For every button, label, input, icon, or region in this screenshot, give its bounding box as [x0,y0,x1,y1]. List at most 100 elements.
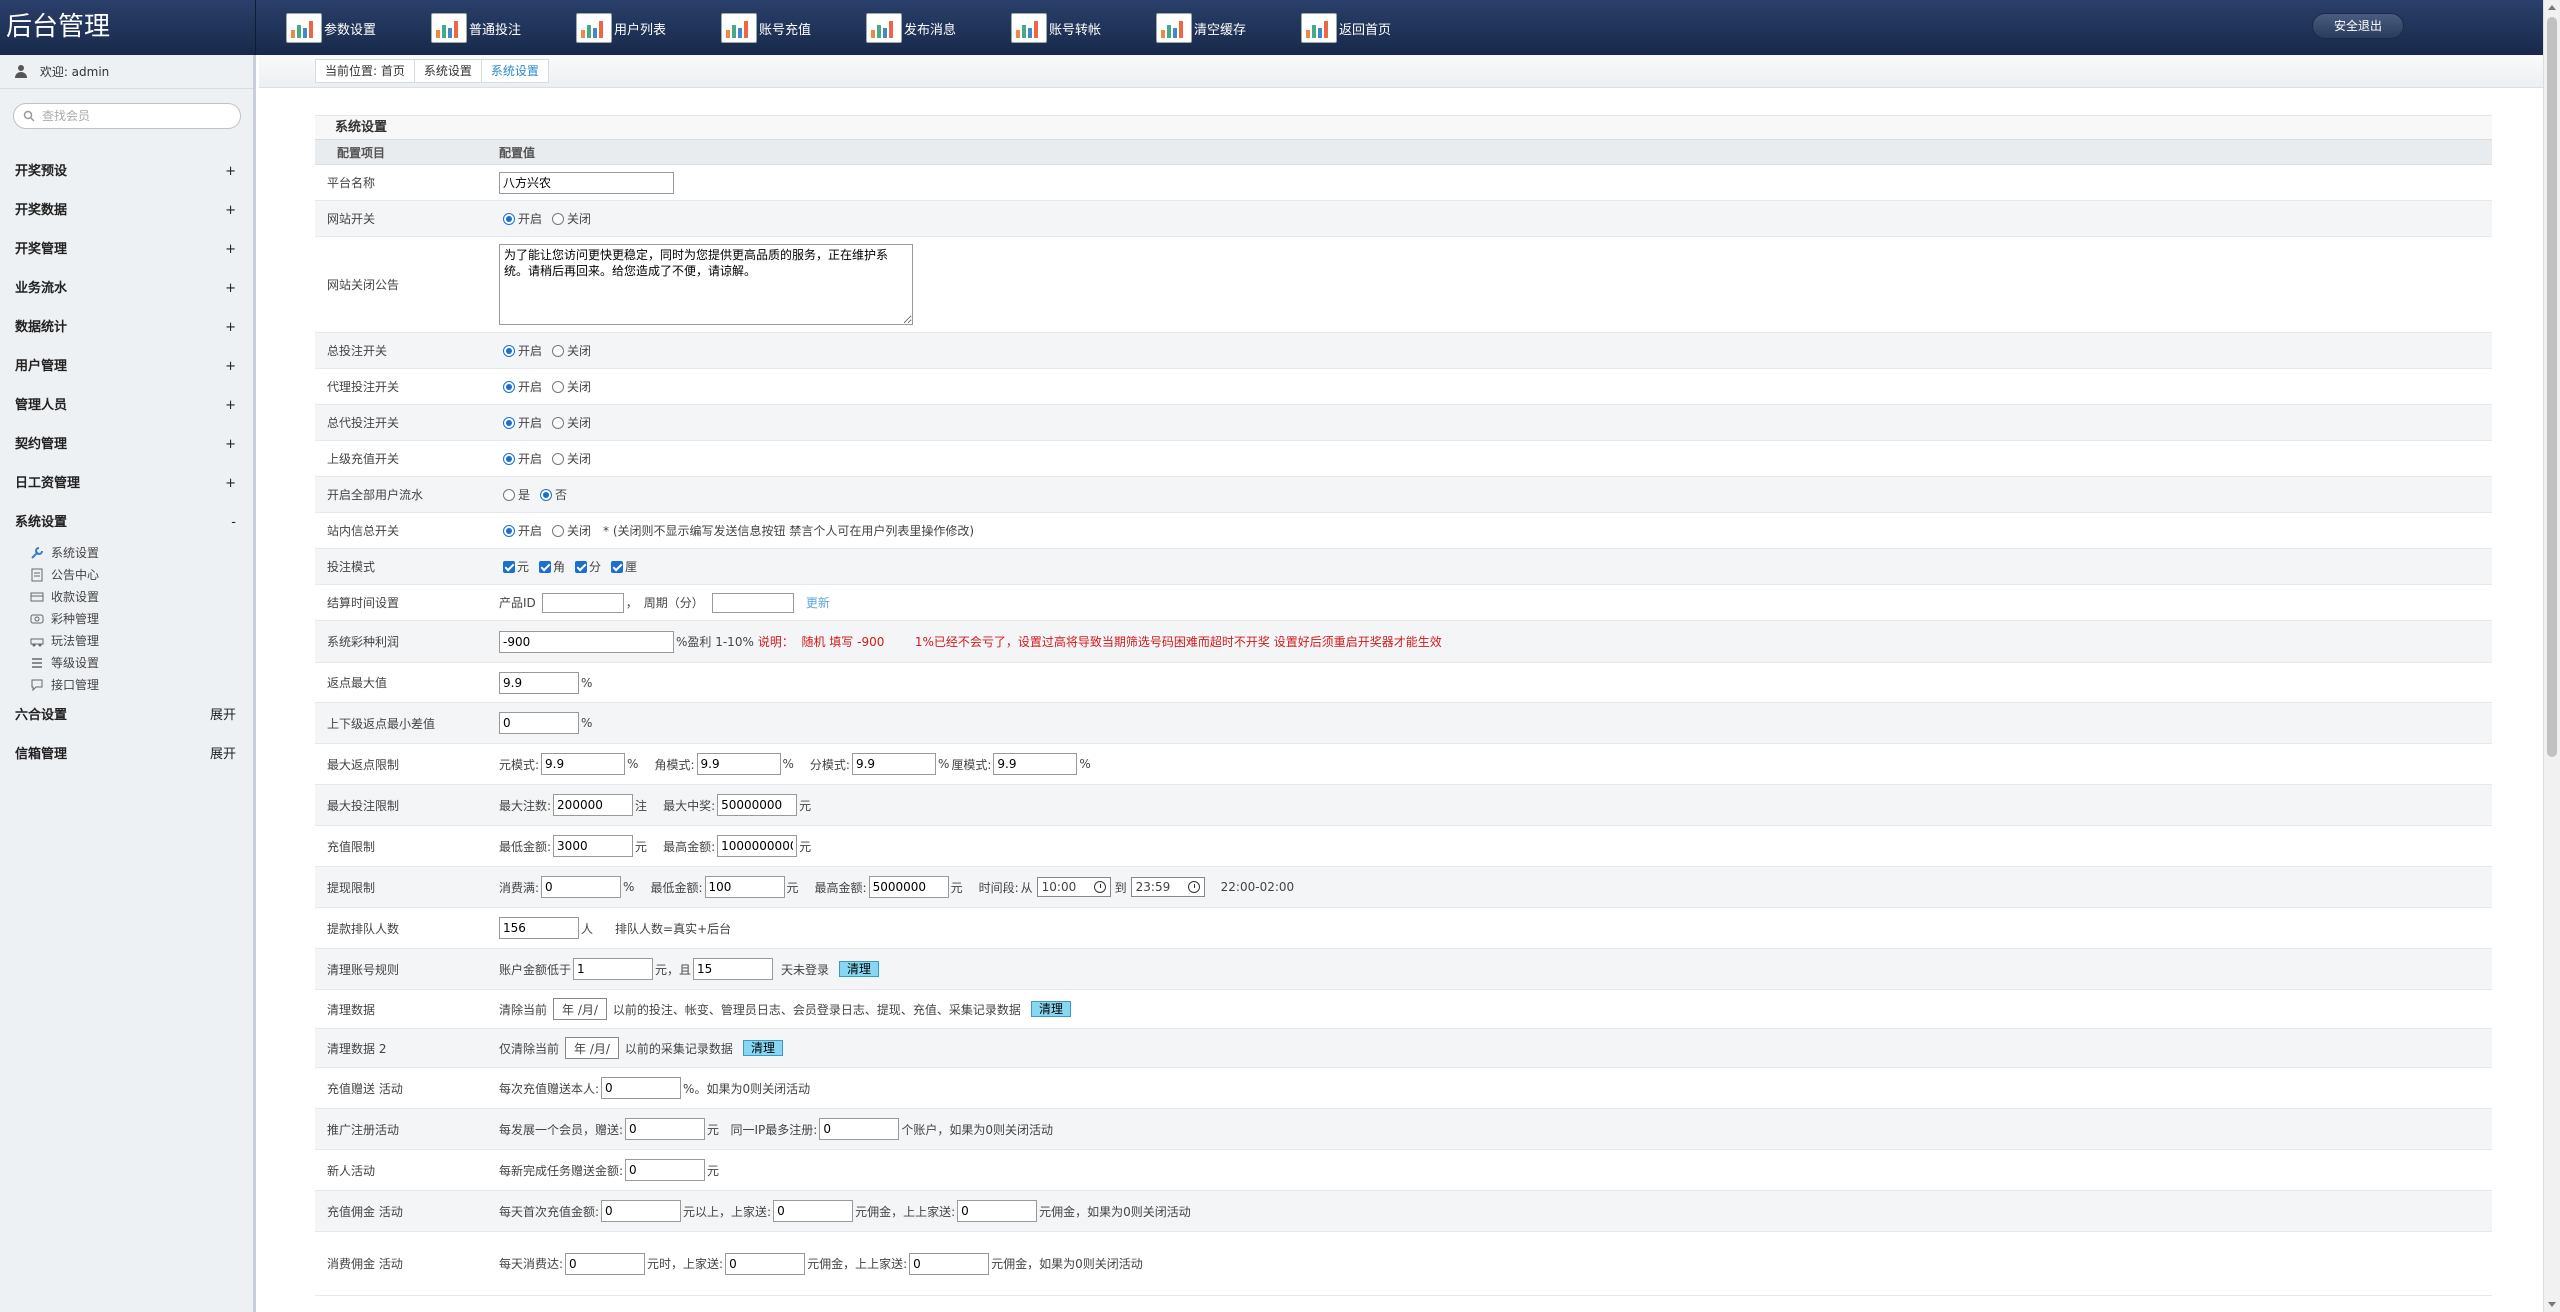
promo-gift-input[interactable] [625,1118,706,1140]
expand-toggle[interactable]: + [225,386,236,425]
breadcrumb-parent[interactable]: 系统设置 [415,60,482,82]
agent-bet-off-radio[interactable]: 关闭 [548,378,591,395]
inbox-on-radio[interactable]: 开启 [499,522,542,539]
member-search-input[interactable]: 查找会员 [13,103,241,129]
update-link[interactable]: 更新 [806,594,830,611]
submenu-api-management[interactable]: 接口管理 [30,674,99,696]
scroll-up-icon[interactable] [2548,5,2556,10]
inbox-off-radio[interactable]: 关闭 [548,522,591,539]
clean-data2-button[interactable]: 清理 [742,1040,783,1056]
site-on-radio[interactable]: 开启 [499,210,542,227]
max-win-input[interactable] [717,794,798,816]
menu-marksix-settings[interactable]: 六合设置 展开 [0,696,236,735]
agent-bet-on-radio[interactable]: 开启 [499,378,542,395]
menu-mailbox[interactable]: 信箱管理 展开 [0,735,236,774]
menu-draw-data[interactable]: 开奖数据 + [0,191,236,230]
expand-toggle[interactable]: + [225,152,236,191]
max-rebate-input[interactable] [499,671,579,694]
nav-clear-cache[interactable]: 清空缓存 [1156,9,1246,47]
clean-amount-input[interactable] [573,958,654,980]
consume-commission-upper2-input[interactable] [909,1252,990,1275]
mode-yuan-checkbox[interactable]: 元 [499,558,529,575]
nav-account-transfer[interactable]: 账号转帐 [1011,9,1101,47]
nav-account-recharge[interactable]: 账号充值 [721,9,811,47]
product-id-input[interactable] [541,592,624,613]
mode-jiao-checkbox[interactable]: 角 [535,558,565,575]
breadcrumb-current[interactable]: 系统设置 [482,60,548,82]
menu-draw-management[interactable]: 开奖管理 + [0,230,236,269]
expand-toggle[interactable]: 展开 [210,735,236,774]
recharge-gift-input[interactable] [601,1077,682,1099]
general-agent-on-radio[interactable]: 开启 [499,414,542,431]
withdraw-to-time[interactable]: 23:59 [1130,877,1205,897]
clean-account-button[interactable]: 清理 [839,961,880,977]
nav-user-list[interactable]: 用户列表 [576,9,666,47]
breadcrumb-home[interactable]: 当前位置: 首页 [316,60,415,82]
recharge-commission-upper2-input[interactable] [957,1200,1038,1222]
clean-date-input[interactable]: 年 /月/ [553,998,607,1020]
nav-param-settings[interactable]: 参数设置 [286,9,376,47]
period-input[interactable] [711,592,794,613]
submenu-notice-center[interactable]: 公告中心 [30,564,99,586]
clean-date2-input[interactable]: 年 /月/ [565,1037,619,1059]
expand-toggle[interactable]: + [225,191,236,230]
scroll-down-icon[interactable] [2548,1302,2556,1307]
expand-toggle[interactable]: + [225,425,236,464]
fen-rebate-input[interactable] [851,753,936,775]
withdraw-max-input[interactable] [868,876,949,898]
max-bet-count-input[interactable] [553,794,634,816]
all-flow-yes-radio[interactable]: 是 [499,486,530,503]
expand-toggle[interactable]: + [225,308,236,347]
bet-on-radio[interactable]: 开启 [499,342,542,359]
menu-statistics[interactable]: 数据统计 + [0,308,236,347]
general-agent-off-radio[interactable]: 关闭 [548,414,591,431]
submenu-lottery-types[interactable]: 彩种管理 [30,608,99,630]
queue-input[interactable] [499,917,579,939]
nav-publish-message[interactable]: 发布消息 [866,9,956,47]
platform-name-input[interactable] [499,171,674,194]
withdraw-consume-input[interactable] [541,876,622,898]
recharge-commission-min-input[interactable] [601,1200,682,1222]
mode-fen-checkbox[interactable]: 分 [571,558,601,575]
menu-admin-staff[interactable]: 管理人员 + [0,386,236,425]
upper-recharge-on-radio[interactable]: 开启 [499,450,542,467]
site-off-radio[interactable]: 关闭 [548,210,591,227]
profit-input[interactable] [499,630,674,653]
expand-toggle[interactable]: + [225,464,236,503]
submenu-level-settings[interactable]: 等级设置 [30,652,99,674]
logout-button[interactable]: 安全退出 [2312,13,2404,39]
menu-draw-preset[interactable]: 开奖预设 + [0,152,236,191]
collapse-toggle[interactable]: - [231,503,236,542]
menu-user-management[interactable]: 用户管理 + [0,347,236,386]
close-notice-textarea[interactable]: 为了能让您访问更快更稳定，同时为您提供更高品质的服务，正在维护系统。请稍后再回来… [499,244,913,325]
expand-toggle[interactable]: + [225,230,236,269]
recharge-commission-upper-input[interactable] [773,1200,854,1222]
expand-toggle[interactable]: + [225,269,236,308]
menu-business-flow[interactable]: 业务流水 + [0,269,236,308]
nav-normal-bet[interactable]: 普通投注 [431,9,521,47]
recharge-max-input[interactable] [717,835,798,857]
li-rebate-input[interactable] [993,753,1078,775]
scroll-thumb[interactable] [2547,17,2557,757]
recharge-min-input[interactable] [553,835,634,857]
submenu-system-settings[interactable]: 系统设置 [30,542,99,564]
scrollbar[interactable] [2543,0,2560,1312]
expand-toggle[interactable]: 展开 [210,696,236,735]
consume-commission-upper-input[interactable] [725,1252,806,1275]
consume-commission-min-input[interactable] [565,1252,646,1275]
promo-ip-limit-input[interactable] [819,1118,900,1140]
withdraw-from-time[interactable]: 10:00 [1036,877,1111,897]
newbie-gift-input[interactable] [625,1159,706,1181]
nav-back-home[interactable]: 返回首页 [1301,9,1391,47]
upper-recharge-off-radio[interactable]: 关闭 [548,450,591,467]
jiao-rebate-input[interactable] [696,753,781,775]
yuan-rebate-input[interactable] [541,753,626,775]
menu-system-settings[interactable]: 系统设置 - [0,503,236,542]
withdraw-min-input[interactable] [704,876,785,898]
expand-toggle[interactable]: + [225,347,236,386]
submenu-play-management[interactable]: 玩法管理 [30,630,99,652]
menu-contract-management[interactable]: 契约管理 + [0,425,236,464]
mode-li-checkbox[interactable]: 厘 [607,558,637,575]
clean-data-button[interactable]: 清理 [1030,1001,1071,1017]
submenu-payment-settings[interactable]: 收款设置 [30,586,99,608]
